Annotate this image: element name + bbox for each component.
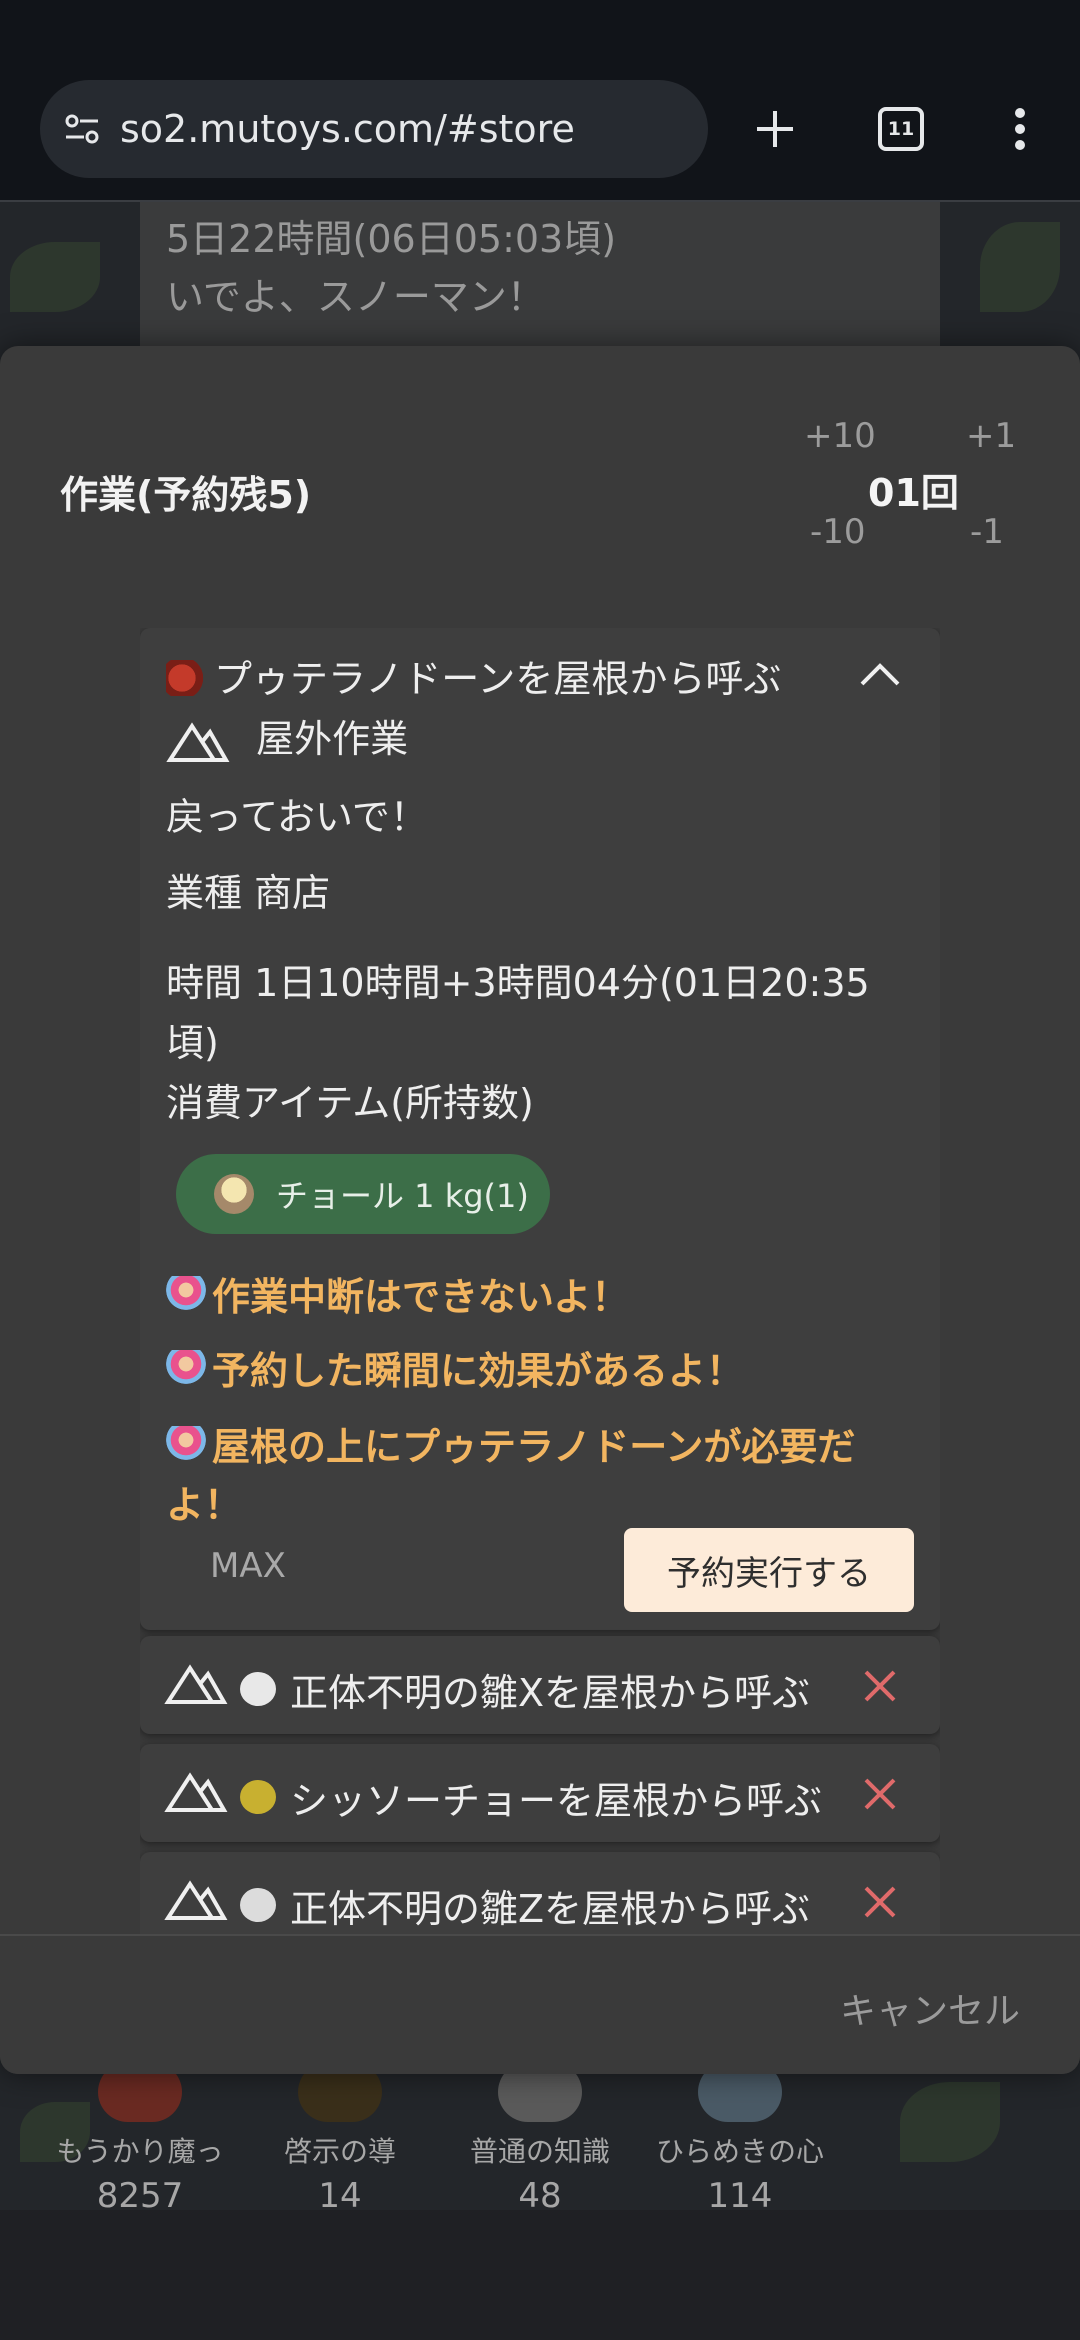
plus-icon xyxy=(757,111,793,147)
item-label: 普通の知識 xyxy=(469,2135,610,2168)
item-label: もうかり魔っ xyxy=(56,2135,224,2168)
task-label: 正体不明の雛Zを屋根から呼ぶ xyxy=(290,1887,811,1931)
work-dialog: 作業(予約残5) +10 +1 01回 -10 -1 プゥテラノドーンを屋根から… xyxy=(0,346,1080,2074)
item-count: 114 xyxy=(707,2176,773,2210)
minus-1-button[interactable]: -1 xyxy=(970,512,1004,552)
task-category: 屋外作業 xyxy=(256,717,409,761)
item-count: 14 xyxy=(318,2176,362,2210)
more-menu-button[interactable] xyxy=(990,86,1050,172)
task-title-row[interactable]: プゥテラノドーンを屋根から呼ぶ xyxy=(166,648,781,703)
task-list[interactable]: プゥテラノドーンを屋根から呼ぶ 屋外作業 戻っておいで！ 業種 商店 時間 1日… xyxy=(140,628,940,1934)
task-card-expanded: プゥテラノドーンを屋根から呼ぶ 屋外作業 戻っておいで！ 業種 商店 時間 1日… xyxy=(140,628,940,1630)
close-icon[interactable] xyxy=(860,1882,900,1922)
task-industry: 業種 商店 xyxy=(166,871,331,915)
reserve-execute-button[interactable]: 予約実行する xyxy=(624,1528,914,1612)
plus-10-button[interactable]: +10 xyxy=(804,416,876,456)
dialog-title: 作業(予約残5) xyxy=(60,473,312,517)
consume-item-chip[interactable]: チョール 1 kg(1) xyxy=(176,1154,550,1234)
warning-message: 予約した瞬間に効果があるよ！ xyxy=(166,1342,926,1400)
max-button[interactable]: MAX xyxy=(210,1546,286,1586)
chick-icon xyxy=(240,1672,276,1706)
leaf-decoration xyxy=(980,222,1060,312)
consume-item-text: チョール 1 kg(1) xyxy=(276,1177,529,1215)
inventory-item[interactable]: 普通の知識 48 xyxy=(440,2062,640,2210)
category-row: 屋外作業 xyxy=(166,708,408,764)
mountain-icon xyxy=(164,1664,228,1704)
task-title: プゥテラノドーンを屋根から呼ぶ xyxy=(214,657,782,701)
warning-text: 予約した瞬間に効果があるよ！ xyxy=(212,1349,745,1393)
bird-icon xyxy=(240,1780,276,1814)
fairy-icon xyxy=(166,1350,206,1390)
site-settings-icon[interactable] xyxy=(62,109,102,149)
repeat-count: 01回 xyxy=(868,471,959,515)
system-nav-bar xyxy=(0,2220,1080,2340)
inventory-item[interactable]: ひらめきの心 114 xyxy=(640,2062,840,2210)
mountain-icon xyxy=(164,1772,228,1812)
chevron-up-icon[interactable] xyxy=(858,660,902,688)
background-task-flavor: いでよ、スノーマン！ xyxy=(166,275,545,319)
new-tab-button[interactable] xyxy=(740,86,810,172)
item-count: 48 xyxy=(518,2176,562,2210)
task-card-collapsed[interactable]: 正体不明の雛Zを屋根から呼ぶ xyxy=(140,1852,940,1934)
tab-count: 11 xyxy=(878,107,924,151)
address-bar[interactable]: so2.mutoys.com/#store xyxy=(40,80,708,178)
fairy-icon xyxy=(166,1276,206,1316)
url-text[interactable]: so2.mutoys.com/#store xyxy=(120,107,575,151)
task-label: シッソーチョーを屋根から呼ぶ xyxy=(290,1779,823,1823)
task-card-collapsed[interactable]: シッソーチョーを屋根から呼ぶ xyxy=(140,1744,940,1842)
close-icon[interactable] xyxy=(860,1774,900,1814)
item-label: ひらめきの心 xyxy=(655,2135,824,2168)
cancel-button[interactable]: キャンセル xyxy=(840,1982,1020,2034)
inventory-strip: もうかり魔っ 8257 啓示の導 14 普通の知識 48 ひらめきの心 114 xyxy=(40,2062,840,2210)
inventory-item[interactable]: 啓示の導 14 xyxy=(240,2062,440,2210)
leaf-decoration xyxy=(10,242,100,312)
status-bar xyxy=(0,0,1080,66)
dialog-footer: キャンセル xyxy=(0,1934,1080,2074)
mountain-icon xyxy=(164,1880,228,1920)
warning-text: 屋根の上にプゥテラノドーンが必要だよ！ xyxy=(166,1425,856,1527)
background-task-card: 5日22時間(06日05:03頃) いでよ、スノーマン！ xyxy=(140,202,940,362)
item-label: 啓示の導 xyxy=(283,2135,396,2168)
leaf-decoration xyxy=(900,2082,1000,2162)
warning-message: 屋根の上にプゥテラノドーンが必要だよ！ xyxy=(166,1418,926,1534)
close-icon[interactable] xyxy=(860,1666,900,1706)
chick-icon xyxy=(240,1888,276,1922)
pteranodon-icon xyxy=(166,660,206,696)
task-label: 正体不明の雛Xを屋根から呼ぶ xyxy=(290,1671,811,1715)
task-flavor: 戻っておいで！ xyxy=(166,795,428,839)
task-time: 時間 1日10時間+3時間04分(01日20:35 xyxy=(166,961,870,1005)
browser-toolbar: so2.mutoys.com/#store 11 xyxy=(0,66,1080,202)
plus-1-button[interactable]: +1 xyxy=(966,416,1016,456)
consume-items-label: 消費アイテム(所持数) xyxy=(166,1081,534,1125)
warning-message: 作業中断はできないよ！ xyxy=(166,1268,926,1326)
fairy-icon xyxy=(166,1426,206,1466)
inventory-item[interactable]: もうかり魔っ 8257 xyxy=(40,2062,240,2210)
tab-switcher-button[interactable]: 11 xyxy=(866,86,936,172)
background-task-time: 5日22時間(06日05:03頃) xyxy=(166,217,617,261)
minus-10-button[interactable]: -10 xyxy=(810,512,866,552)
item-count: 8257 xyxy=(96,2176,184,2210)
warning-text: 作業中断はできないよ！ xyxy=(212,1275,630,1319)
more-vert-icon xyxy=(1015,108,1025,150)
task-card-collapsed[interactable]: 正体不明の雛Xを屋根から呼ぶ xyxy=(140,1636,940,1734)
rice-bowl-icon xyxy=(214,1174,254,1214)
task-time-cont: 頃) xyxy=(166,1021,219,1065)
mountain-icon xyxy=(166,721,230,762)
